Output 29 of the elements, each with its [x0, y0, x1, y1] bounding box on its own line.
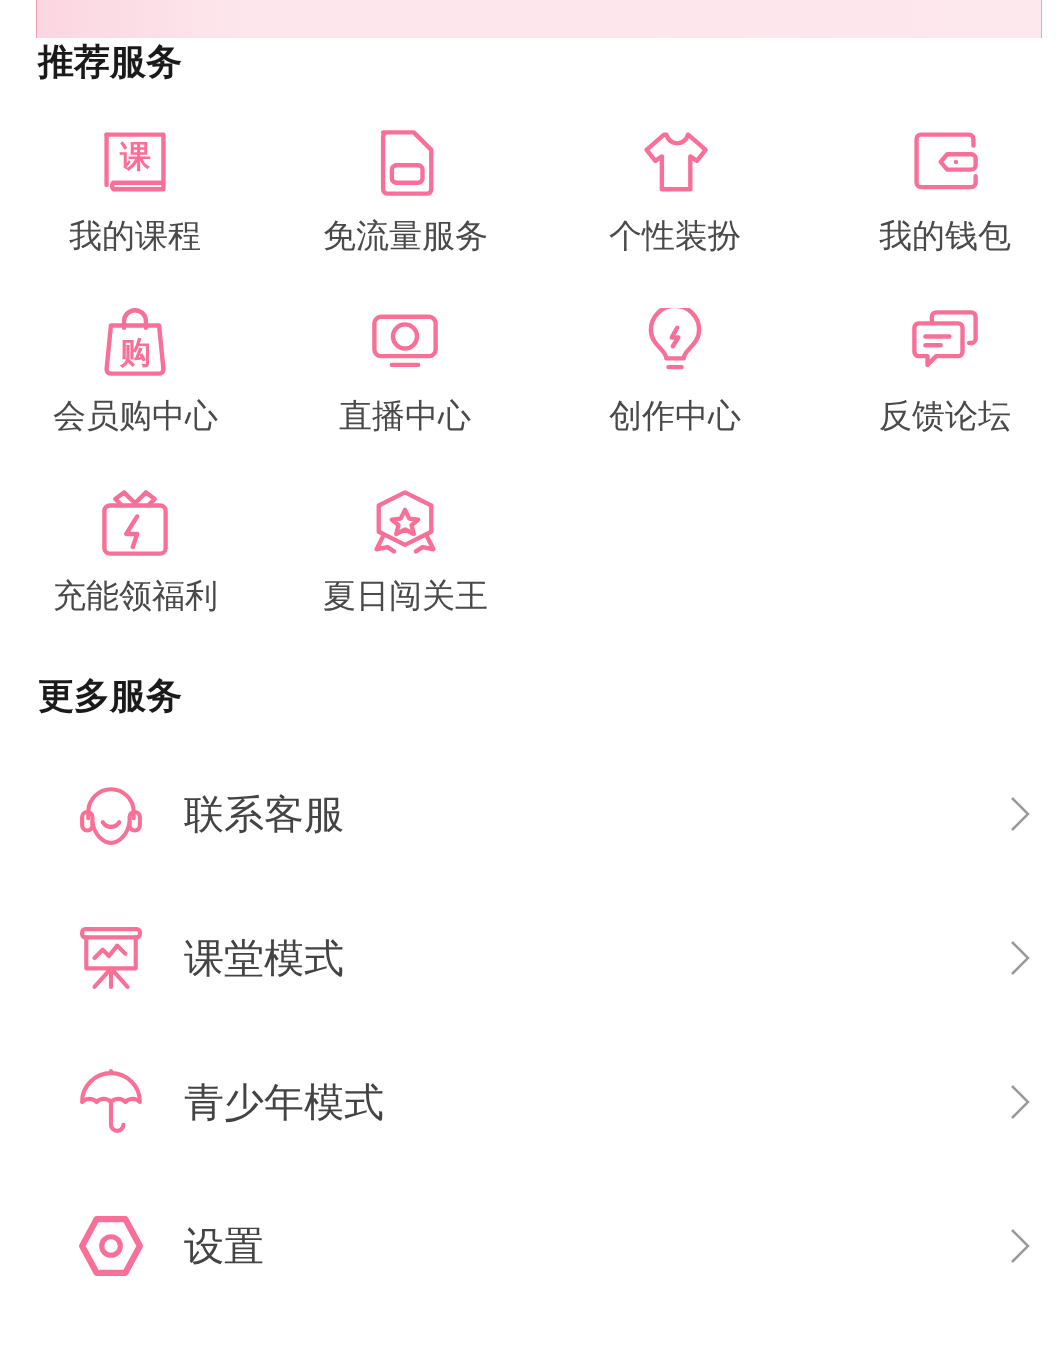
section-title: 推荐服务	[38, 40, 182, 84]
service-item[interactable]: 夏日闯关王	[270, 488, 540, 616]
section-title: 更多服务	[38, 674, 182, 718]
service-item[interactable]: 免流量服务	[270, 128, 540, 256]
service-item[interactable]: 我的钱包	[810, 128, 1060, 256]
list-item[interactable]: 设置	[0, 1174, 1060, 1318]
settings-icon	[78, 1213, 144, 1279]
presentation-board-icon	[78, 925, 144, 991]
list-item[interactable]: 青少年模式	[0, 1030, 1060, 1174]
list-item[interactable]: 联系客服	[0, 742, 1060, 886]
umbrella-icon	[78, 1069, 144, 1135]
service-item[interactable]: 充能领福利	[0, 488, 270, 616]
service-item[interactable]: 直播中心	[270, 308, 540, 436]
service-item[interactable]: 创作中心	[540, 308, 810, 436]
gift-box-icon	[100, 488, 170, 558]
service-item[interactable]: 课 我的课程	[0, 128, 270, 256]
item-label: 青少年模式	[184, 1077, 385, 1127]
service-item[interactable]: 反馈论坛	[810, 308, 1060, 436]
item-label: 联系客服	[184, 789, 345, 839]
service-item[interactable]: 购 会员购中心	[0, 308, 270, 436]
chevron-right-icon	[1010, 796, 1030, 832]
item-label: 课堂模式	[184, 933, 345, 983]
chevron-right-icon	[1010, 1228, 1030, 1264]
service-item[interactable]: 个性装扮	[540, 128, 810, 256]
promo-banner[interactable]	[36, 0, 1042, 38]
chevron-right-icon	[1010, 940, 1030, 976]
list-item[interactable]: 课堂模式	[0, 886, 1060, 1030]
item-label: 设置	[184, 1221, 265, 1271]
chevron-right-icon	[1010, 1084, 1030, 1120]
